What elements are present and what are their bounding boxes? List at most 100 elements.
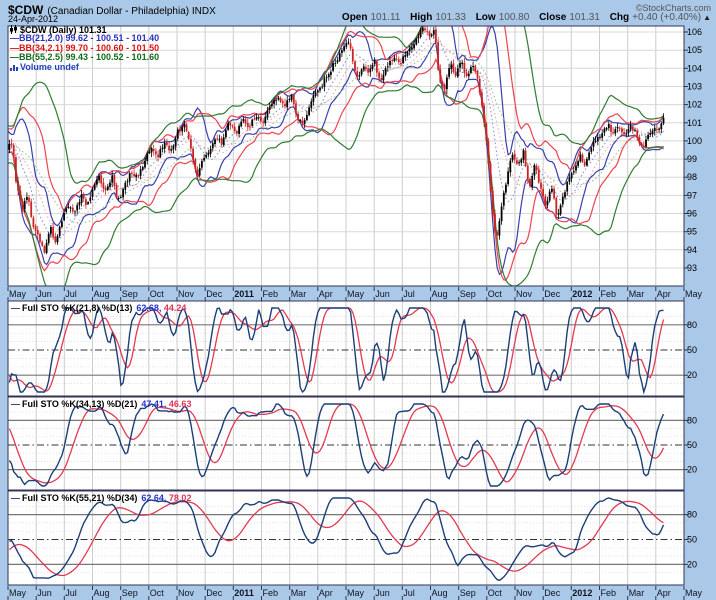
svg-text:Jun: Jun	[37, 289, 52, 299]
svg-text:20: 20	[687, 559, 697, 569]
svg-text:Aug: Aug	[94, 289, 110, 299]
svg-text:98: 98	[687, 172, 697, 182]
svg-text:2011: 2011	[234, 289, 254, 299]
svg-text:80: 80	[687, 415, 697, 425]
svg-text:Apr: Apr	[319, 588, 333, 598]
svg-text:104: 104	[687, 63, 702, 73]
svg-text:Feb: Feb	[263, 289, 279, 299]
svg-text:Feb: Feb	[601, 588, 617, 598]
stoch2-title: Full STO %K(34,13) %D(21)	[22, 399, 137, 409]
stockcharts-page: 93 94 95 96 97 98 99 100 101 102 103 104 105 106 20 50 8…	[0, 0, 716, 600]
svg-text:101: 101	[687, 118, 702, 128]
bb55-swatch: —	[10, 53, 19, 62]
svg-text:95: 95	[687, 227, 697, 237]
svg-text:Sep: Sep	[122, 289, 138, 299]
legend-volume-text: Volume undef	[20, 62, 79, 72]
svg-text:May: May	[9, 588, 27, 598]
up-arrow-icon: ▲	[703, 13, 711, 22]
legend-volume-row: Volume undef	[10, 63, 159, 72]
svg-text:80: 80	[687, 320, 697, 330]
svg-text:Apr: Apr	[657, 289, 671, 299]
svg-text:99: 99	[687, 154, 697, 164]
svg-text:97: 97	[687, 190, 697, 200]
svg-text:Sep: Sep	[460, 588, 476, 598]
stoch2-k-value: 47.41,	[141, 399, 166, 409]
svg-text:Jul: Jul	[65, 588, 77, 598]
low-label: Low	[476, 12, 496, 23]
svg-text:50: 50	[687, 440, 697, 450]
svg-text:2011: 2011	[234, 588, 254, 598]
svg-text:93: 93	[687, 263, 697, 273]
svg-text:Dec: Dec	[206, 289, 223, 299]
close-label: Close	[539, 12, 566, 23]
svg-text:Apr: Apr	[657, 588, 671, 598]
svg-text:May: May	[347, 289, 365, 299]
svg-text:Jul: Jul	[403, 289, 415, 299]
open-value: 101.11	[370, 12, 400, 23]
svg-text:Sep: Sep	[122, 588, 138, 598]
svg-text:50: 50	[687, 345, 697, 355]
stoch1-title: Full STO %K(21,8) %D(13)	[22, 303, 132, 313]
low-value: 100.80	[499, 12, 530, 23]
svg-text:50: 50	[687, 535, 697, 545]
svg-text:Jun: Jun	[375, 588, 390, 598]
svg-text:94: 94	[687, 245, 697, 255]
line-swatch-icon: —	[11, 303, 20, 313]
svg-text:103: 103	[687, 82, 702, 92]
high-label: High	[410, 12, 432, 23]
svg-text:Dec: Dec	[544, 588, 561, 598]
svg-text:102: 102	[687, 100, 702, 110]
stoch3-d-value: 78.02	[169, 493, 192, 503]
volume-bars-icon	[10, 63, 18, 71]
main-chart-legend: $CDW (Daily) 101.31 —BB(21,2.0) 99.62 - …	[10, 25, 159, 72]
svg-text:Mar: Mar	[629, 588, 645, 598]
chart-date: 24-Apr-2012	[8, 14, 58, 24]
line-swatch-icon: —	[11, 399, 20, 409]
svg-text:80: 80	[687, 510, 697, 520]
svg-text:105: 105	[687, 45, 702, 55]
svg-text:Oct: Oct	[488, 588, 503, 598]
svg-text:Mar: Mar	[291, 588, 307, 598]
svg-text:Oct: Oct	[150, 289, 165, 299]
svg-text:Mar: Mar	[291, 289, 307, 299]
svg-text:Oct: Oct	[488, 289, 503, 299]
svg-text:Aug: Aug	[94, 588, 110, 598]
open-label: Open	[342, 12, 368, 23]
svg-text:Aug: Aug	[432, 588, 448, 598]
svg-text:Oct: Oct	[150, 588, 165, 598]
svg-text:2012: 2012	[572, 588, 592, 598]
stoch3-title: Full STO %K(55,21) %D(34)	[22, 493, 137, 503]
stoch1-d-value: 44.24	[164, 303, 187, 313]
svg-text:Sep: Sep	[460, 289, 476, 299]
svg-text:Nov: Nov	[178, 588, 195, 598]
svg-text:Feb: Feb	[263, 588, 279, 598]
svg-text:Jun: Jun	[375, 289, 390, 299]
svg-text:Jun: Jun	[37, 588, 52, 598]
stoch-panel-1-label: —Full STO %K(21,8) %D(13)62.68, 44.24	[11, 303, 186, 313]
svg-text:20: 20	[687, 370, 697, 380]
stoch-panel-2-label: —Full STO %K(34,13) %D(21) 47.41, 46.63	[11, 399, 191, 409]
svg-text:Dec: Dec	[206, 588, 223, 598]
svg-text:Jul: Jul	[65, 289, 77, 299]
svg-text:Feb: Feb	[601, 289, 617, 299]
stoch2-d-value: 46.63	[169, 399, 192, 409]
svg-text:May: May	[685, 289, 703, 299]
svg-text:Apr: Apr	[319, 289, 333, 299]
line-swatch-icon: —	[11, 493, 20, 503]
svg-text:100: 100	[687, 136, 702, 146]
svg-text:2012: 2012	[572, 289, 592, 299]
svg-text:May: May	[347, 588, 365, 598]
svg-text:Nov: Nov	[516, 289, 533, 299]
stoch-panel-3-label: —Full STO %K(55,21) %D(34)62.64, 78.02	[11, 493, 191, 503]
chg-label: Chg	[610, 12, 629, 23]
high-value: 101.33	[435, 12, 466, 23]
svg-text:96: 96	[687, 209, 697, 219]
svg-text:106: 106	[687, 27, 702, 37]
svg-text:20: 20	[687, 465, 697, 475]
svg-text:Jul: Jul	[403, 588, 415, 598]
svg-text:Mar: Mar	[629, 289, 645, 299]
svg-text:Nov: Nov	[178, 289, 195, 299]
close-value: 101.31	[569, 12, 600, 23]
svg-text:May: May	[685, 588, 703, 598]
svg-text:Dec: Dec	[544, 289, 561, 299]
